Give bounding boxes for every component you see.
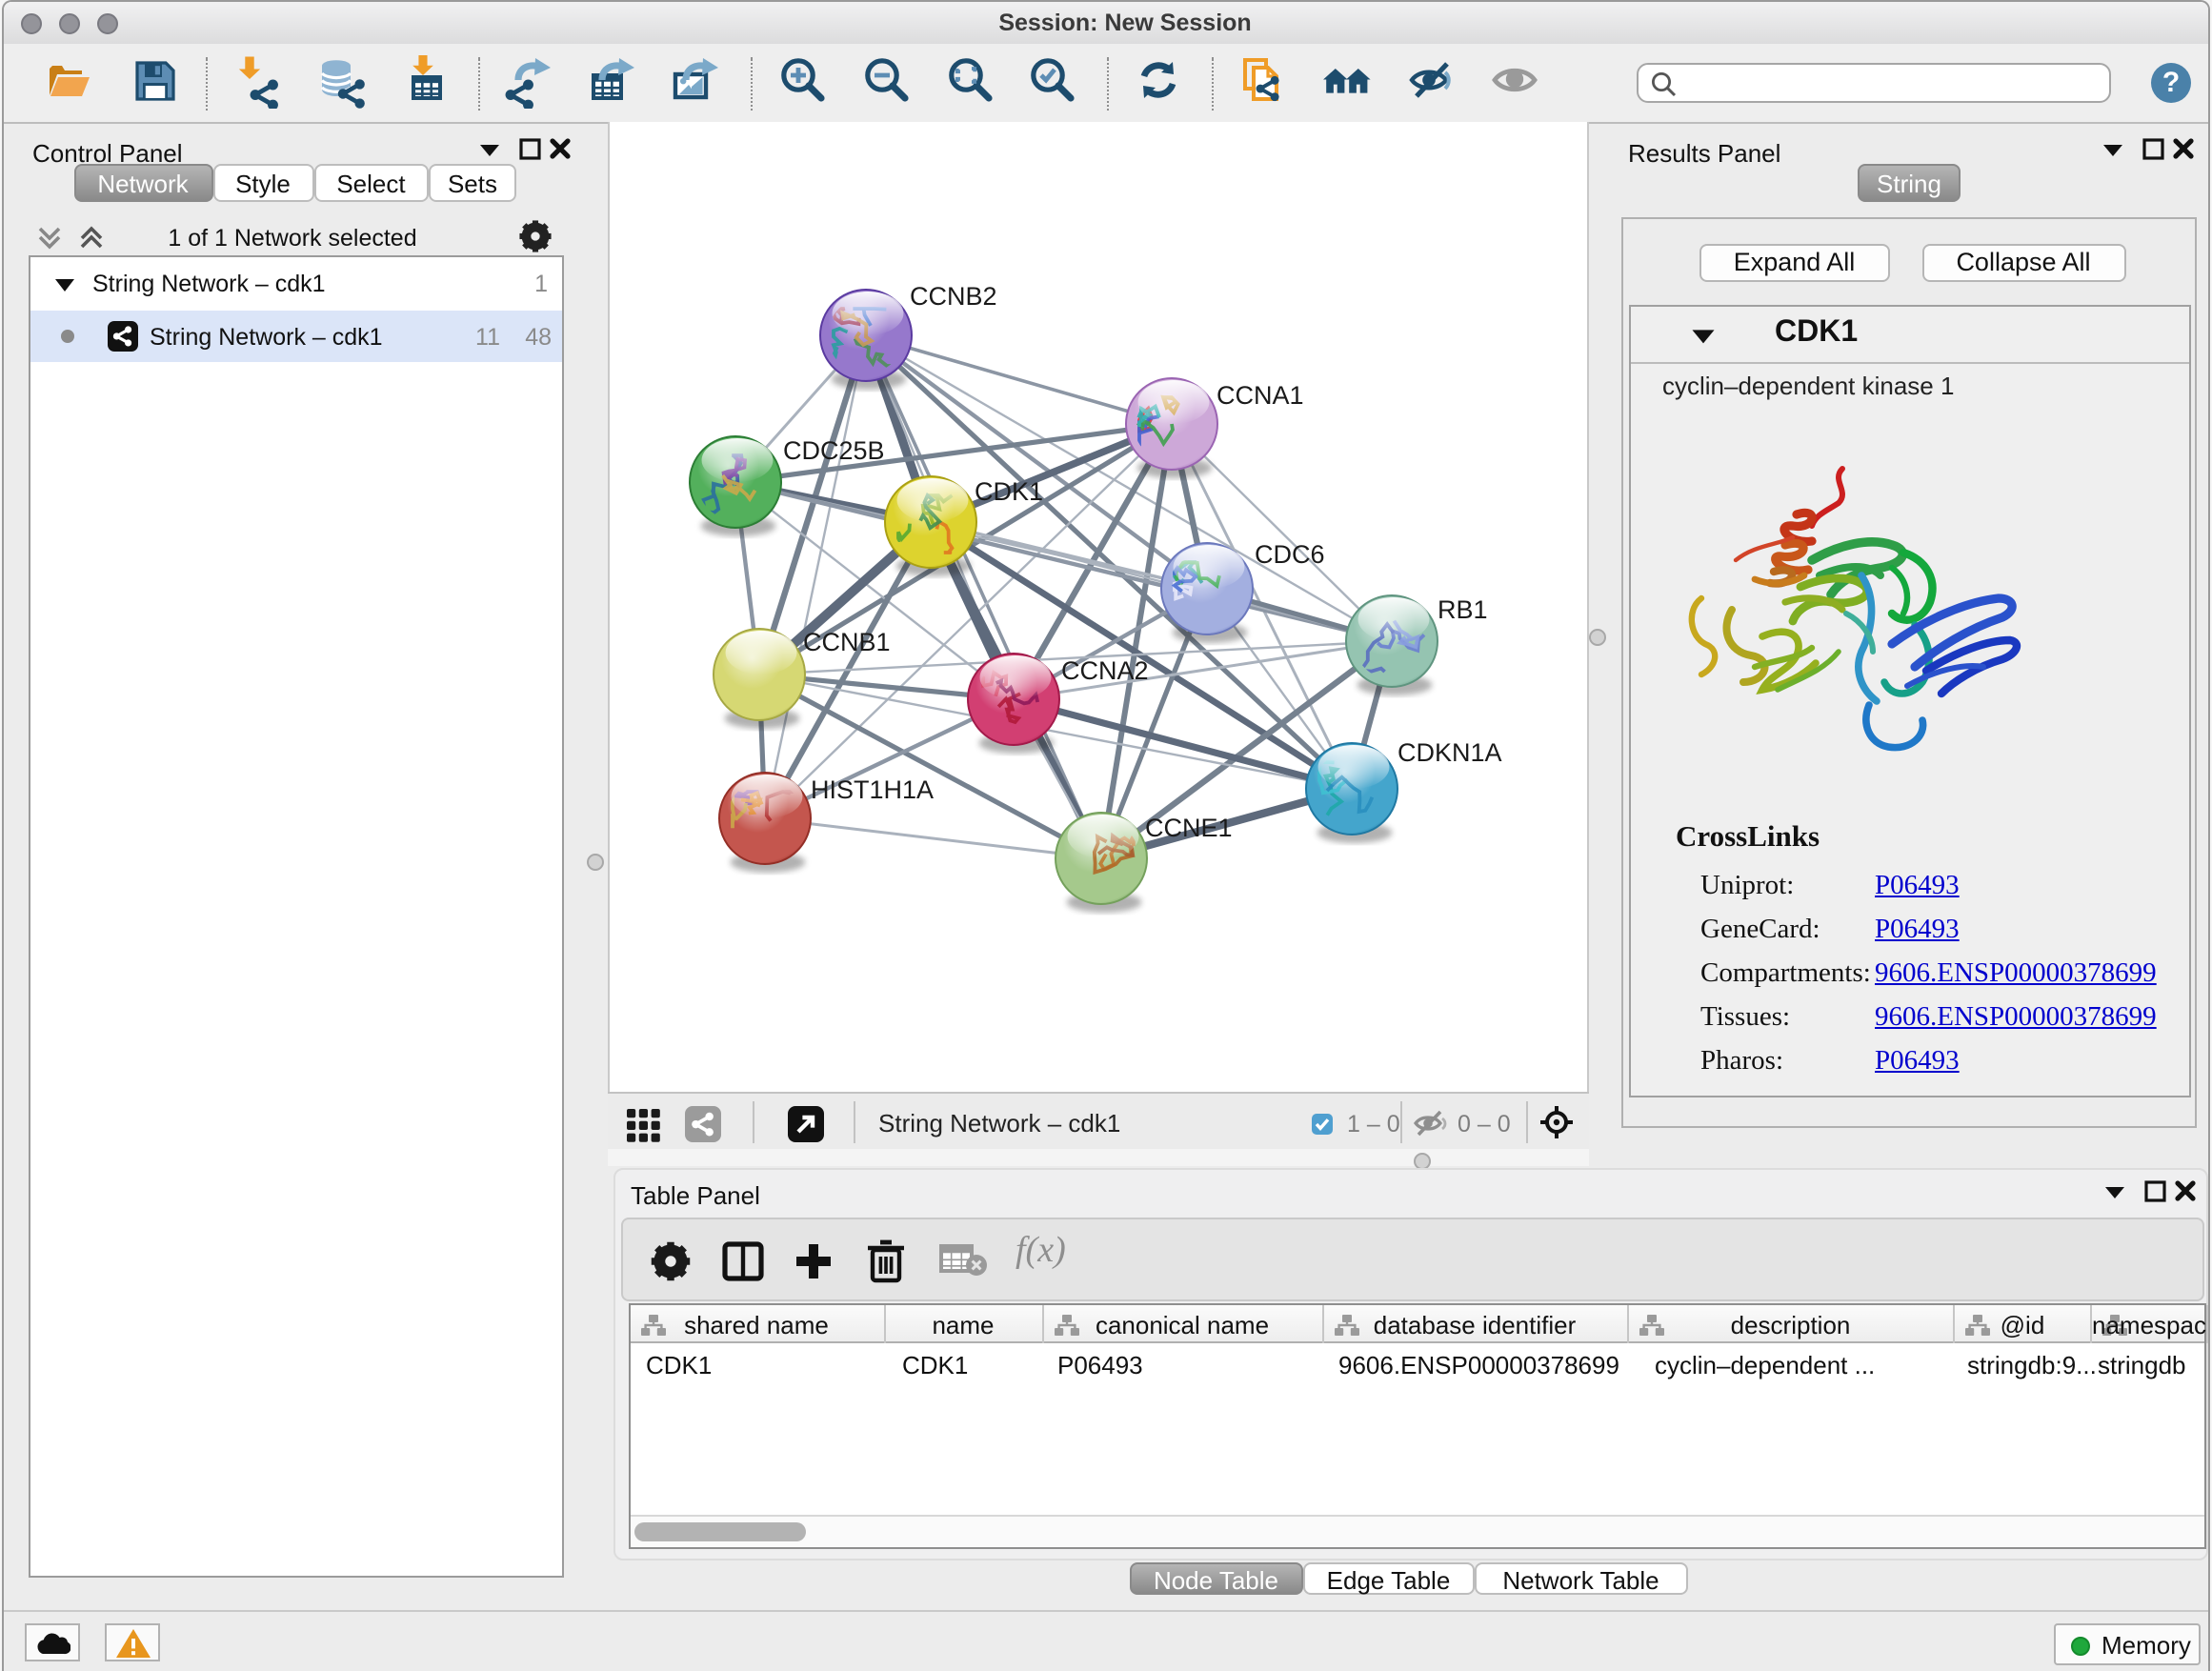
svg-text:RB1: RB1 [1438, 595, 1488, 624]
svg-text:CCNE1: CCNE1 [1145, 814, 1233, 842]
svg-text:CCNB2: CCNB2 [910, 282, 997, 311]
svg-text:CCNA2: CCNA2 [1061, 656, 1149, 685]
svg-text:CCNB1: CCNB1 [803, 628, 891, 656]
svg-text:CDK1: CDK1 [975, 477, 1043, 506]
svg-text:HIST1H1A: HIST1H1A [811, 775, 934, 804]
svg-text:CDKN1A: CDKN1A [1398, 738, 1502, 767]
svg-text:CDC25B: CDC25B [783, 436, 885, 465]
svg-text:CCNA1: CCNA1 [1217, 381, 1304, 410]
svg-text:CDC6: CDC6 [1255, 540, 1325, 569]
